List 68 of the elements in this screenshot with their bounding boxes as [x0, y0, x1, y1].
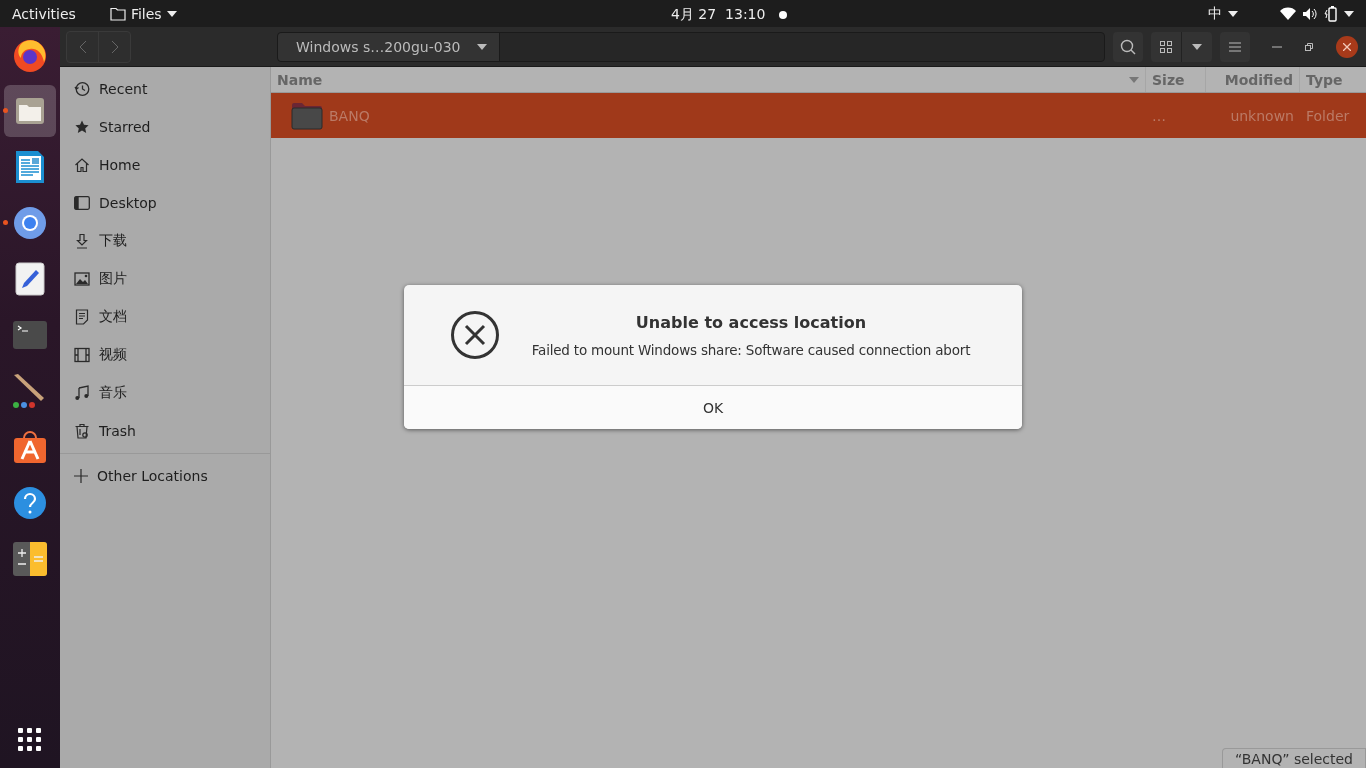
file-type: Folder [1305, 107, 1351, 124]
star-icon [74, 119, 90, 135]
picture-icon [74, 271, 90, 287]
text-editor-icon[interactable] [15, 262, 45, 296]
file-modified: unknown [1229, 107, 1295, 124]
file-name: BANQ [329, 107, 370, 124]
activities-button[interactable]: Activities [12, 5, 76, 22]
wifi-icon[interactable] [1280, 7, 1296, 20]
restore-icon[interactable] [1304, 41, 1314, 52]
grid-icon [1160, 40, 1172, 53]
app-menu[interactable]: Files [130, 5, 162, 22]
close-button[interactable] [1336, 35, 1358, 58]
caret-icon [166, 10, 177, 17]
sidebar-item[interactable]: Recent [60, 70, 270, 108]
calculator-icon[interactable] [13, 542, 47, 576]
path-button[interactable]: Windows s…200gu-030 [278, 32, 500, 61]
dock-item[interactable] [4, 85, 56, 137]
menu-button[interactable] [1220, 31, 1250, 62]
sidebar-item[interactable]: 音乐 [60, 374, 270, 412]
sidebar-item[interactable]: Trash [60, 412, 270, 450]
folder-icon [109, 6, 126, 21]
clock[interactable]: 4月 27 13:10 [671, 6, 766, 24]
sidebar-item[interactable]: 下载 [60, 222, 270, 260]
speaker-icon[interactable] [1302, 6, 1318, 21]
folder-icon[interactable] [15, 97, 45, 125]
chevron-right-icon [110, 39, 119, 54]
desktop-icon [74, 196, 90, 210]
sidebar-item[interactable]: Starred [60, 108, 270, 146]
search-button[interactable] [1113, 31, 1143, 62]
file-size: … [1151, 107, 1167, 124]
document-icon [74, 309, 90, 325]
close-icon [1343, 42, 1351, 51]
help-icon[interactable] [13, 486, 47, 520]
plus-icon [74, 469, 88, 483]
clock-icon [74, 81, 90, 97]
ok-button[interactable]: OK [404, 385, 1022, 429]
caret-icon [1228, 10, 1238, 17]
caret-icon [1192, 43, 1202, 50]
dialog-message: Failed to mount Windows share: Software caused connection abort [531, 341, 971, 358]
input-method-indicator[interactable]: 中 [1208, 4, 1222, 23]
sidebar-item[interactable]: 图片 [60, 260, 270, 298]
status-label: “BANQ” selected [1221, 748, 1366, 768]
document-icon[interactable] [15, 150, 45, 184]
minimize-icon[interactable] [1272, 45, 1282, 48]
sidebar-item[interactable]: 文档 [60, 298, 270, 336]
shopping-bag-icon[interactable] [13, 430, 47, 464]
home-icon [74, 157, 90, 173]
music-note-icon [74, 385, 90, 401]
chevron-left-icon [78, 39, 87, 54]
battery-icon[interactable] [1324, 5, 1338, 22]
sidebar-item[interactable]: Desktop [60, 184, 270, 222]
app-grid-icon[interactable] [18, 728, 42, 752]
sidebar-item[interactable]: Home [60, 146, 270, 184]
terminal-icon[interactable] [13, 321, 47, 349]
dialog-title: Unable to access location [635, 312, 867, 332]
notification-dot-icon [779, 11, 788, 19]
trash-icon [74, 423, 90, 439]
browser-icon[interactable] [13, 206, 47, 240]
error-circle-x-icon [450, 310, 500, 360]
menu-icon [1229, 41, 1241, 52]
sidebar-item[interactable]: 视频 [60, 336, 270, 374]
sidebar-item[interactable]: Other Locations [60, 457, 270, 495]
search-icon [1120, 38, 1136, 55]
download-icon [74, 233, 90, 249]
film-icon [74, 347, 90, 363]
caret-icon [476, 43, 487, 50]
folder-icon [291, 101, 323, 130]
caret-icon [1344, 10, 1354, 17]
